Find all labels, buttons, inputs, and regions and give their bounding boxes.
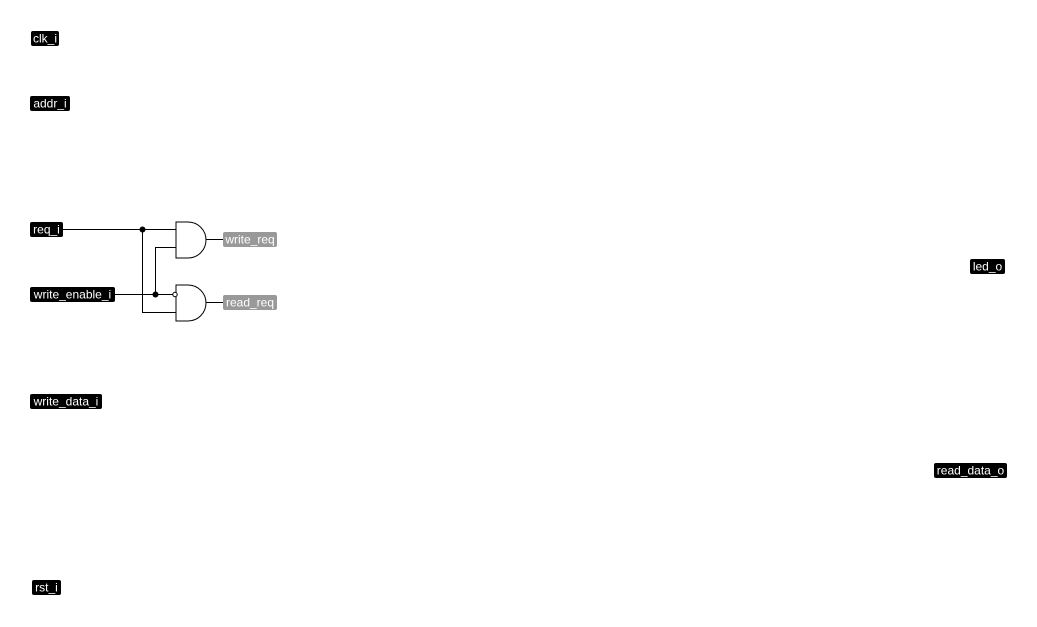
port-clk-i-label: clk_i bbox=[33, 32, 57, 46]
port-read-data-o[interactable]: read_data_o bbox=[934, 463, 1007, 478]
junction-write-enable bbox=[152, 291, 159, 298]
netlabel-write-req[interactable]: write_req bbox=[223, 232, 277, 247]
port-led-o[interactable]: led_o bbox=[970, 259, 1005, 274]
port-write-enable-i[interactable]: write_enable_i bbox=[30, 287, 115, 302]
port-rst-i[interactable]: rst_i bbox=[32, 580, 61, 595]
port-write-enable-i-label: write_enable_i bbox=[33, 288, 111, 302]
schematic-canvas: clk_i addr_i req_i write_enable_i write_… bbox=[30, 31, 1007, 595]
netlabel-read-req[interactable]: read_req bbox=[223, 295, 277, 310]
wire-we-to-write-gate[interactable] bbox=[155, 247, 177, 295]
port-clk-i[interactable]: clk_i bbox=[31, 31, 59, 46]
and-gate-write-req[interactable] bbox=[175, 221, 207, 259]
port-req-i-label: req_i bbox=[33, 223, 60, 237]
wire-req-to-read-gate[interactable] bbox=[142, 229, 177, 313]
port-rst-i-label: rst_i bbox=[35, 581, 58, 595]
netlabel-write-req-text: write_req bbox=[224, 233, 274, 247]
port-addr-i-label: addr_i bbox=[33, 97, 66, 111]
netlabel-read-req-text: read_req bbox=[226, 296, 274, 310]
port-led-o-label: led_o bbox=[973, 260, 1003, 274]
port-addr-i[interactable]: addr_i bbox=[30, 96, 70, 111]
and-gate-read-req[interactable] bbox=[175, 284, 207, 322]
junction-req bbox=[139, 226, 146, 233]
port-write-data-i[interactable]: write_data_i bbox=[30, 394, 102, 409]
port-write-data-i-label: write_data_i bbox=[33, 395, 99, 409]
port-read-data-o-label: read_data_o bbox=[937, 464, 1005, 478]
inverter-bubble-icon bbox=[172, 291, 178, 298]
port-req-i[interactable]: req_i bbox=[30, 222, 63, 237]
